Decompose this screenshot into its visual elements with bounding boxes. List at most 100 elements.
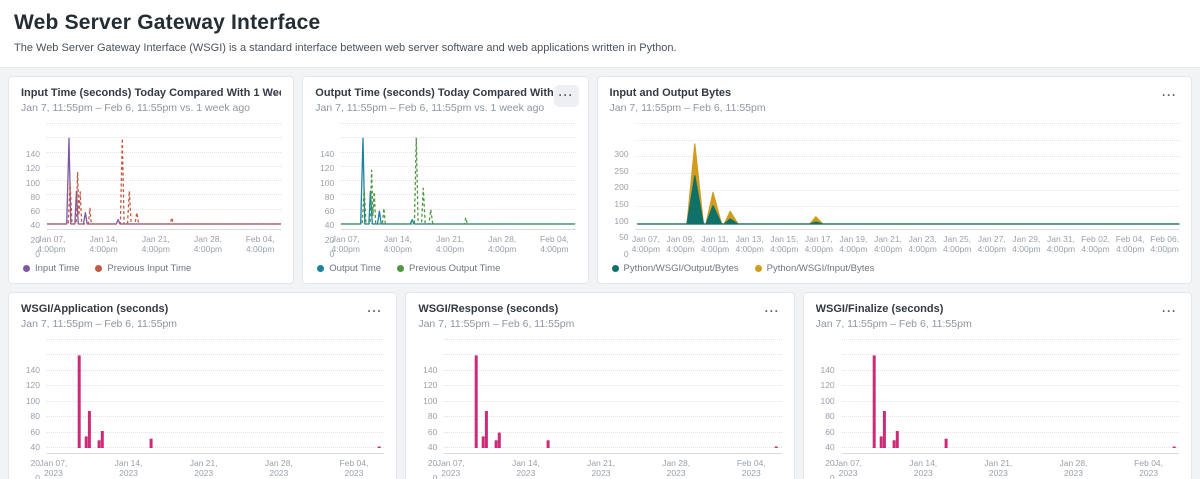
y-tick-label: 50 (619, 232, 628, 242)
x-tick-label: Feb 04,2023 (340, 458, 369, 478)
x-tick-label: Jan 21,2023 (984, 458, 1012, 478)
input-output-bytes-chart: 050100150200250300Jan 07,4:00pmJan 09,4:… (610, 124, 1179, 274)
y-tick-label: 80 (428, 411, 437, 421)
legend-label: Input Time (35, 263, 79, 274)
y-tick-label: 100 (423, 396, 437, 406)
card-output-time: Output Time (seconds) Today Compared Wit… (302, 76, 588, 284)
y-tick-label: 60 (825, 427, 834, 437)
x-tick-label: Feb 02,4:00pm (1081, 234, 1110, 254)
y-tick-label: 40 (31, 220, 40, 230)
card-wsgi-finalize: WSGI/Finalize (seconds) Jan 7, 11:55pm –… (803, 292, 1192, 479)
x-tick-label: Jan 21,4:00pm (874, 234, 902, 254)
more-menu-icon[interactable]: ··· (1157, 85, 1182, 107)
y-tick-label: 120 (26, 380, 40, 390)
legend-dot-icon (23, 265, 30, 272)
dashboard-grid: Input Time (seconds) Today Compared With… (0, 68, 1200, 479)
card-title: WSGI/Application (seconds) (21, 303, 384, 315)
card-date-range: Jan 7, 11:55pm – Feb 6, 11:55pm vs. 1 we… (315, 102, 575, 114)
x-axis-line (636, 229, 1179, 230)
y-tick-label: 120 (320, 163, 334, 173)
legend-label: Previous Input Time (107, 263, 191, 274)
wsgi-finalize-chart: 020406080100120140Jan 07,2023Jan 14,2023… (816, 340, 1179, 479)
more-menu-icon[interactable]: ··· (760, 301, 785, 323)
x-tick-label: Feb 04,2023 (1134, 458, 1163, 478)
legend-label: Python/WSGI/Input/Bytes (767, 263, 875, 274)
y-tick-label: 150 (614, 199, 628, 209)
card-title: Output Time (seconds) Today Compared Wit… (315, 87, 575, 99)
x-tick-label: Feb 04,4:00pm (1116, 234, 1145, 254)
input-time-chart: 020406080100120140Jan 07,4:00pmJan 14,4:… (21, 124, 281, 274)
x-tick-label: Feb 04,4:00pm (540, 234, 569, 254)
x-tick-label: Jan 07,4:00pm (332, 234, 360, 254)
card-title: Input and Output Bytes (610, 87, 1179, 99)
card-date-range: Jan 7, 11:55pm – Feb 6, 11:55pm (610, 102, 1179, 114)
card-title: Input Time (seconds) Today Compared With… (21, 87, 281, 99)
more-menu-icon[interactable]: ··· (362, 301, 387, 323)
y-tick-label: 40 (428, 442, 437, 452)
legend-dot-icon (95, 265, 102, 272)
wsgi-response-chart: 020406080100120140Jan 07,2023Jan 14,2023… (418, 340, 781, 479)
plot-area (636, 124, 1179, 224)
dashboard-row-top: Input Time (seconds) Today Compared With… (8, 76, 1192, 284)
x-tick-label: Jan 09,4:00pm (666, 234, 694, 254)
x-tick-label: Jan 28,4:00pm (194, 234, 222, 254)
y-tick-label: 80 (325, 192, 334, 202)
x-tick-label: Jan 28,2023 (1060, 458, 1088, 478)
legend-item: Previous Input Time (95, 263, 191, 274)
x-axis-line (842, 453, 1179, 454)
y-tick-label: 120 (26, 163, 40, 173)
x-tick-label: Jan 07,2023 (39, 458, 67, 478)
x-tick-label: Jan 31,4:00pm (1047, 234, 1075, 254)
x-axis-line (47, 453, 384, 454)
card-date-range: Jan 7, 11:55pm – Feb 6, 11:55pm (816, 318, 1179, 330)
x-tick-label: Jan 21,2023 (587, 458, 615, 478)
y-tick-label: 40 (825, 442, 834, 452)
x-tick-label: Jan 07,4:00pm (37, 234, 65, 254)
y-tick-label: 100 (614, 216, 628, 226)
x-tick-label: Feb 04,4:00pm (246, 234, 275, 254)
y-tick-label: 100 (820, 396, 834, 406)
x-axis-labels: Jan 07,2023Jan 14,2023Jan 21,2023Jan 28,… (444, 458, 781, 479)
legend-label: Previous Output Time (409, 263, 500, 274)
y-tick-label: 80 (31, 411, 40, 421)
y-tick-label: 250 (614, 166, 628, 176)
legend-item: Python/WSGI/Output/Bytes (612, 263, 739, 274)
y-tick-label: 40 (325, 220, 334, 230)
page-title: Web Server Gateway Interface (14, 11, 1186, 35)
y-tick-label: 60 (325, 206, 334, 216)
x-tick-label: Jan 28,4:00pm (488, 234, 516, 254)
plot-area (47, 124, 281, 224)
legend: Python/WSGI/Output/Bytes Python/WSGI/Inpu… (610, 263, 1179, 274)
x-tick-label: Jan 11,4:00pm (701, 234, 729, 254)
x-tick-label: Jan 25,4:00pm (943, 234, 971, 254)
page-subtitle: The Web Server Gateway Interface (WSGI) … (14, 42, 1186, 54)
x-axis-line (444, 453, 781, 454)
legend-dot-icon (755, 265, 762, 272)
card-title: WSGI/Finalize (seconds) (816, 303, 1179, 315)
legend: Input Time Previous Input Time (21, 263, 281, 274)
x-tick-label: Jan 21,2023 (190, 458, 218, 478)
card-title: WSGI/Response (seconds) (418, 303, 781, 315)
card-input-time: Input Time (seconds) Today Compared With… (8, 76, 294, 284)
x-tick-label: Jan 14,2023 (512, 458, 540, 478)
more-menu-icon[interactable]: ··· (1157, 301, 1182, 323)
y-tick-label: 60 (31, 206, 40, 216)
legend-item: Output Time (317, 263, 381, 274)
more-menu-icon[interactable]: ··· (554, 85, 579, 107)
more-menu-icon[interactable]: ··· (259, 85, 284, 107)
y-tick-label: 140 (423, 365, 437, 375)
x-axis-labels: Jan 07,4:00pmJan 14,4:00pmJan 21,4:00pmJ… (341, 234, 575, 255)
x-axis-labels: Jan 07,4:00pmJan 14,4:00pmJan 21,4:00pmJ… (47, 234, 281, 255)
x-tick-label: Jan 19,4:00pm (839, 234, 867, 254)
x-tick-label: Jan 17,4:00pm (805, 234, 833, 254)
x-tick-label: Jan 23,4:00pm (908, 234, 936, 254)
x-tick-label: Jan 14,2023 (909, 458, 937, 478)
y-tick-label: 80 (31, 192, 40, 202)
page-header: Web Server Gateway Interface The Web Ser… (0, 0, 1200, 68)
legend-item: Python/WSGI/Input/Bytes (755, 263, 875, 274)
y-tick-label: 100 (26, 178, 40, 188)
card-input-output-bytes: Input and Output Bytes Jan 7, 11:55pm – … (597, 76, 1192, 284)
x-axis-line (341, 229, 575, 230)
x-tick-label: Jan 21,4:00pm (142, 234, 170, 254)
y-tick-label: 40 (31, 442, 40, 452)
